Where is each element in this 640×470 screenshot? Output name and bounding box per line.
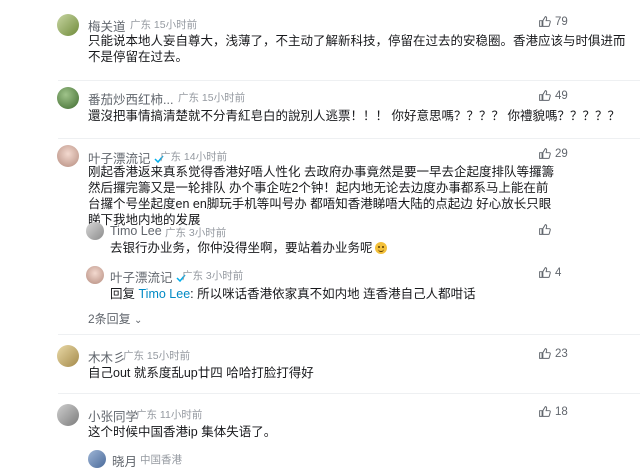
- location-label: 广东: [136, 409, 157, 421]
- comment-text: 刚起香港返来真系觉得香港好唔人性化 去政府办事竟然是要一早去企起度排队等攞籌 然…: [88, 165, 554, 227]
- location-label: 广东: [165, 227, 186, 239]
- grin-emoji-icon: [374, 242, 387, 254]
- reply-meta: 广东 3小时前: [182, 268, 243, 283]
- reply-text: 回复 Timo Lee: 所以咪话香港依家真不如内地 连香港自己人都咁话: [110, 286, 570, 302]
- location-label: 广东: [182, 270, 203, 282]
- like-count: 4: [555, 266, 562, 279]
- like-button[interactable]: 18: [538, 405, 568, 418]
- avatar[interactable]: [88, 450, 106, 468]
- avatar[interactable]: [57, 87, 79, 109]
- divider: [58, 80, 640, 81]
- location-label: 广东: [178, 92, 199, 104]
- avatar[interactable]: [57, 14, 79, 36]
- username-text: 叶子漂流记: [110, 271, 173, 285]
- like-count: 79: [555, 15, 568, 28]
- location-label: 广东: [160, 151, 181, 163]
- reply-text-body: 去银行办业务，你仲没得坐啊，要站着办业务呢: [110, 241, 373, 255]
- thumbs-up-icon: [539, 148, 551, 159]
- location-label: 中国香港: [140, 454, 182, 466]
- comment-meta: 广东 15小时前: [130, 17, 197, 32]
- reply-text: 去银行办业务，你仲没得坐啊，要站着办业务呢: [110, 240, 570, 256]
- comment-text: 这个时候中国香港ip 集体失语了。: [88, 425, 277, 439]
- thumbs-up-icon: [539, 348, 551, 359]
- timestamp: 14小时前: [183, 151, 228, 163]
- username[interactable]: 小张同学: [88, 406, 138, 425]
- reply-avatar[interactable]: [86, 266, 104, 284]
- view-more-replies-button[interactable]: 2条回复 ⌄: [88, 310, 142, 327]
- timestamp: 15小时前: [153, 19, 198, 31]
- comment-meta: 广东 15小时前: [178, 90, 245, 105]
- timestamp: 15小时前: [201, 92, 246, 104]
- comment-meta: 广东 11小时前: [136, 407, 202, 422]
- avatar[interactable]: [57, 145, 79, 167]
- divider: [58, 138, 640, 139]
- timestamp: 3小时前: [205, 270, 244, 282]
- comment-text: 還沒把事情搞清楚就不分青紅皂白的說別人逃票！！！ 你好意思嗎？？？？ 你禮貌嗎？…: [88, 109, 620, 123]
- thumbs-up-icon: [539, 90, 551, 101]
- thumbs-up-icon: [539, 406, 551, 417]
- like-count: 18: [555, 405, 568, 418]
- username[interactable]: 番茄炒西红柿...: [88, 89, 173, 108]
- thumbs-up-icon: [539, 267, 551, 278]
- comment-text: 自己out 就系度乱up廿四 哈哈打脸打得好: [88, 366, 314, 380]
- divider: [58, 334, 640, 335]
- like-button[interactable]: 79: [538, 15, 568, 28]
- timestamp: 11小时前: [159, 409, 203, 421]
- timestamp: 3小时前: [188, 227, 227, 239]
- chevron-down-icon: ⌄: [134, 315, 143, 326]
- like-count: 29: [555, 147, 568, 160]
- like-button[interactable]: [538, 223, 555, 236]
- reply-username[interactable]: 叶子漂流记: [110, 267, 186, 286]
- location-label: 广东: [123, 350, 144, 362]
- more-replies-label: 2条回复: [88, 312, 131, 326]
- like-button[interactable]: 29: [538, 147, 568, 160]
- comment-meta: 中国香港: [140, 452, 182, 467]
- reply-avatar[interactable]: [86, 222, 104, 240]
- thumbs-up-icon: [539, 16, 551, 27]
- reply-username[interactable]: Timo Lee: [110, 224, 162, 238]
- reply-prefix: 回复: [110, 287, 136, 301]
- reply-meta: 广东 3小时前: [165, 225, 226, 240]
- like-count: 49: [555, 89, 568, 102]
- like-count: 23: [555, 347, 568, 360]
- reply-text-body: : 所以咪话香港依家真不如内地 连香港自己人都咁话: [190, 287, 476, 301]
- comment-meta: 广东 15小时前: [123, 348, 190, 363]
- thumbs-up-icon: [539, 224, 551, 235]
- location-label: 广东: [130, 19, 151, 31]
- username[interactable]: 木木彡: [88, 347, 126, 366]
- username[interactable]: 晓月: [112, 451, 137, 470]
- avatar[interactable]: [57, 404, 79, 426]
- avatar[interactable]: [57, 345, 79, 367]
- like-button[interactable]: 23: [538, 347, 568, 360]
- like-button[interactable]: 49: [538, 89, 568, 102]
- reply-to-user[interactable]: Timo Lee: [139, 287, 191, 301]
- timestamp: 15小时前: [146, 350, 191, 362]
- divider: [58, 393, 640, 394]
- like-button[interactable]: 4: [538, 266, 561, 279]
- comment-meta: 广东 14小时前: [160, 149, 227, 164]
- comment-text: 只能说本地人妄自尊大，浅薄了，不主动了解新科技，停留在过去的安稳圈。香港应该与时…: [88, 34, 626, 64]
